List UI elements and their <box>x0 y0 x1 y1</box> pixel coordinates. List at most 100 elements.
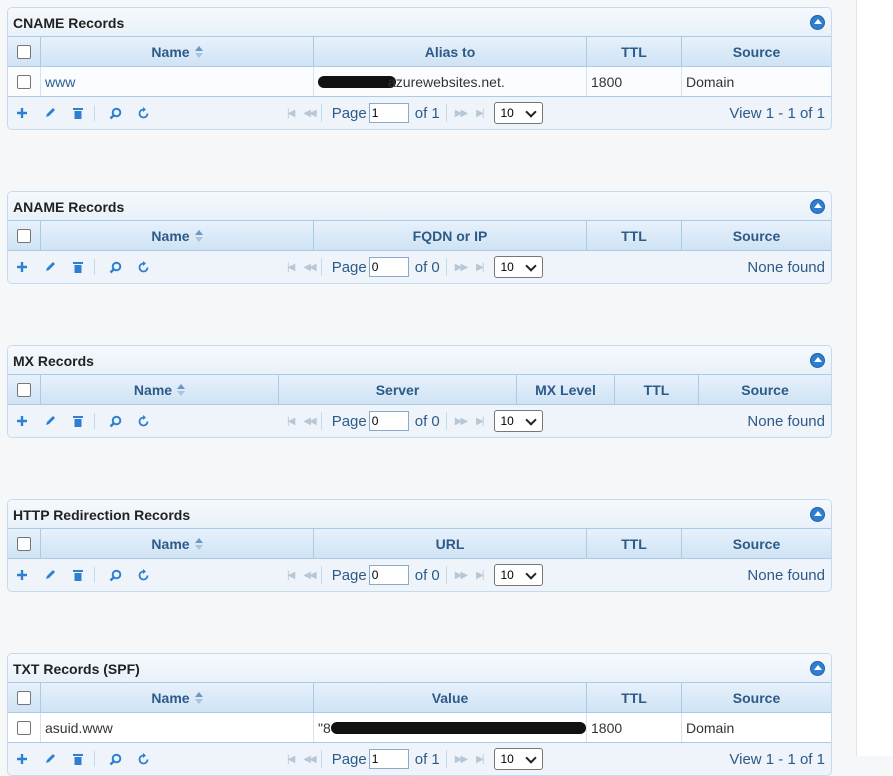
page-input[interactable] <box>368 257 409 277</box>
first-page-button[interactable]: |◀ <box>287 262 295 273</box>
edit-icon[interactable] <box>42 567 58 583</box>
column-source[interactable]: Source <box>682 37 831 66</box>
row-checkbox[interactable] <box>17 74 31 89</box>
collapse-icon[interactable] <box>810 15 825 30</box>
refresh-icon[interactable] <box>135 751 151 767</box>
column-ttl[interactable]: TTL <box>587 529 682 558</box>
delete-icon[interactable] <box>70 567 86 583</box>
search-icon[interactable] <box>107 567 123 583</box>
column-source[interactable]: Source <box>682 529 831 558</box>
rows-per-page-select[interactable]: 10 <box>494 410 544 432</box>
edit-icon[interactable] <box>42 259 58 275</box>
first-page-button[interactable]: |◀ <box>287 754 295 765</box>
last-page-button[interactable]: ▶| <box>476 416 484 427</box>
table-row[interactable]: asuid.www "8 1800 Domain <box>8 713 831 743</box>
page-input[interactable] <box>368 411 409 431</box>
column-alias[interactable]: Alias to <box>314 37 587 66</box>
search-icon[interactable] <box>107 259 123 275</box>
page-total: of 0 <box>414 412 440 430</box>
select-all-checkbox[interactable] <box>17 228 31 243</box>
next-page-button[interactable]: ▶▶ <box>455 108 468 119</box>
first-page-button[interactable]: |◀ <box>287 108 295 119</box>
prev-page-button[interactable]: ◀◀ <box>303 754 316 765</box>
column-header: Name Alias to TTL Source <box>8 36 831 67</box>
select-all-checkbox[interactable] <box>17 382 31 397</box>
column-name[interactable]: Name <box>41 37 314 66</box>
column-name[interactable]: Name <box>41 683 314 712</box>
column-name[interactable]: Name <box>41 375 279 404</box>
add-icon[interactable] <box>14 413 30 429</box>
last-page-button[interactable]: ▶| <box>476 262 484 273</box>
select-all-checkbox[interactable] <box>17 536 31 551</box>
page-input[interactable] <box>368 749 409 769</box>
panel-title: CNAME Records <box>13 15 125 31</box>
select-all-checkbox[interactable] <box>17 690 31 705</box>
prev-page-button[interactable]: ◀◀ <box>303 416 316 427</box>
next-page-button[interactable]: ▶▶ <box>455 570 468 581</box>
select-all-checkbox[interactable] <box>17 44 31 59</box>
first-page-button[interactable]: |◀ <box>287 570 295 581</box>
refresh-icon[interactable] <box>135 259 151 275</box>
prev-page-button[interactable]: ◀◀ <box>303 108 316 119</box>
column-source[interactable]: Source <box>699 375 831 404</box>
next-page-button[interactable]: ▶▶ <box>455 262 468 273</box>
rows-per-page-select[interactable]: 10 <box>494 748 544 770</box>
column-value[interactable]: Value <box>314 683 587 712</box>
page-input[interactable] <box>368 103 409 123</box>
collapse-icon[interactable] <box>810 507 825 522</box>
last-page-button[interactable]: ▶| <box>476 754 484 765</box>
prev-page-button[interactable]: ◀◀ <box>303 262 316 273</box>
column-name[interactable]: Name <box>41 221 314 250</box>
row-checkbox[interactable] <box>17 720 31 735</box>
delete-icon[interactable] <box>70 751 86 767</box>
refresh-icon[interactable] <box>135 105 151 121</box>
collapse-icon[interactable] <box>810 353 825 368</box>
edit-icon[interactable] <box>42 751 58 767</box>
column-source[interactable]: Source <box>682 221 831 250</box>
panel-title: MX Records <box>13 353 94 369</box>
page-input[interactable] <box>368 565 409 585</box>
pager: |◀ ◀◀ Page of 0 ▶▶ ▶| 10 None found <box>8 251 831 282</box>
row-value: "8 <box>314 713 587 742</box>
add-icon[interactable] <box>14 751 30 767</box>
table-row[interactable]: www azurewebsites.net. 1800 Domain <box>8 67 831 97</box>
refresh-icon[interactable] <box>135 413 151 429</box>
column-ttl[interactable]: TTL <box>587 37 682 66</box>
rows-per-page-select[interactable]: 10 <box>494 564 544 586</box>
column-ttl[interactable]: TTL <box>615 375 699 404</box>
column-ttl[interactable]: TTL <box>587 221 682 250</box>
last-page-button[interactable]: ▶| <box>476 570 484 581</box>
edit-icon[interactable] <box>42 105 58 121</box>
search-icon[interactable] <box>107 413 123 429</box>
column-name[interactable]: Name <box>41 529 314 558</box>
column-fqdn[interactable]: FQDN or IP <box>314 221 587 250</box>
page-label: Page <box>331 412 367 430</box>
column-mx-level[interactable]: MX Level <box>517 375 615 404</box>
refresh-icon[interactable] <box>135 567 151 583</box>
collapse-icon[interactable] <box>810 661 825 676</box>
add-icon[interactable] <box>14 105 30 121</box>
first-page-button[interactable]: |◀ <box>287 416 295 427</box>
search-icon[interactable] <box>107 751 123 767</box>
column-server[interactable]: Server <box>279 375 517 404</box>
next-page-button[interactable]: ▶▶ <box>455 416 468 427</box>
rows-per-page-select[interactable]: 10 <box>494 102 544 124</box>
next-page-button[interactable]: ▶▶ <box>455 754 468 765</box>
delete-icon[interactable] <box>70 413 86 429</box>
prev-page-button[interactable]: ◀◀ <box>303 570 316 581</box>
add-icon[interactable] <box>14 567 30 583</box>
last-page-button[interactable]: ▶| <box>476 108 484 119</box>
column-ttl[interactable]: TTL <box>587 683 682 712</box>
panel-title: HTTP Redirection Records <box>13 507 191 523</box>
delete-icon[interactable] <box>70 259 86 275</box>
edit-icon[interactable] <box>42 413 58 429</box>
collapse-icon[interactable] <box>810 199 825 214</box>
column-source[interactable]: Source <box>682 683 831 712</box>
page-label: Page <box>331 104 367 122</box>
add-icon[interactable] <box>14 259 30 275</box>
pager: |◀ ◀◀ Page of 0 ▶▶ ▶| 10 None found <box>8 405 831 436</box>
column-url[interactable]: URL <box>314 529 587 558</box>
rows-per-page-select[interactable]: 10 <box>494 256 544 278</box>
delete-icon[interactable] <box>70 105 86 121</box>
search-icon[interactable] <box>107 105 123 121</box>
